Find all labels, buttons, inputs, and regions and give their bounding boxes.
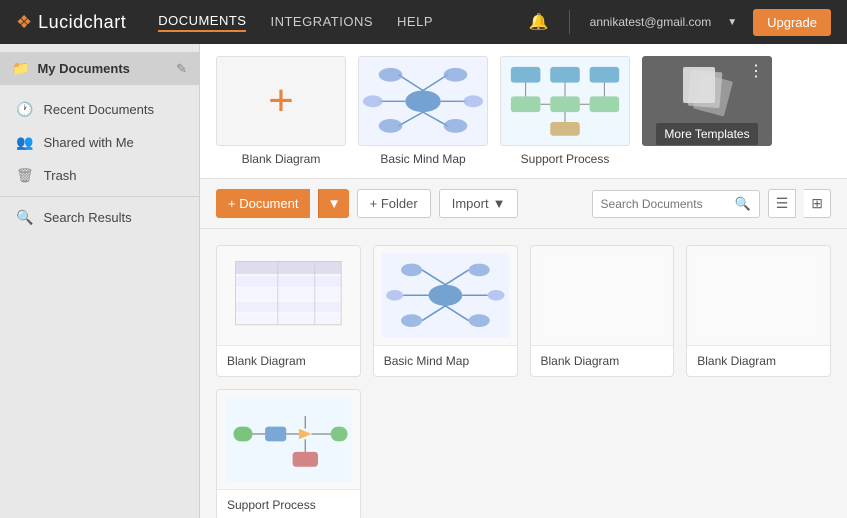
sidebar-divider xyxy=(0,196,199,197)
sidebar-item-recent[interactable]: 🕐 Recent Documents xyxy=(0,93,199,126)
nav-links: DOCUMENTS INTEGRATIONS HELP xyxy=(158,13,529,32)
plus-icon: + xyxy=(268,79,294,123)
doc-label-5: Support Process xyxy=(217,490,360,518)
template-blank-label: Blank Diagram xyxy=(216,152,346,166)
top-nav: ❖ Lucidchart DOCUMENTS INTEGRATIONS HELP… xyxy=(0,0,847,44)
content-area: + Blank Diagram xyxy=(200,44,847,518)
logo-icon: ❖ xyxy=(16,12,32,33)
import-dropdown-icon: ▼ xyxy=(493,196,506,211)
edit-icon[interactable]: ✎ xyxy=(176,61,187,77)
sidebar-item-trash[interactable]: 🗑 Trash xyxy=(0,159,199,192)
more-templates-thumb: ⋮ More Templates xyxy=(642,56,772,146)
template-support-label: Support Process xyxy=(500,152,630,166)
more-templates-label: More Templates xyxy=(656,123,757,145)
bell-icon[interactable]: 🔔 xyxy=(529,12,549,32)
doc-card-1[interactable]: Blank Diagram xyxy=(216,245,361,377)
doc-label-4: Blank Diagram xyxy=(687,346,830,376)
doc-thumb-3 xyxy=(531,246,674,346)
doc-thumb-svg-5 xyxy=(225,397,352,482)
my-documents-label: My Documents xyxy=(37,61,129,76)
doc-thumb-svg-4 xyxy=(695,253,822,338)
mindmap-thumb-svg xyxy=(359,57,487,146)
doc-thumb-svg-2 xyxy=(382,253,509,338)
shared-icon: 👥 xyxy=(16,134,33,151)
doc-card-2[interactable]: Basic Mind Map xyxy=(373,245,518,377)
support-thumb-svg xyxy=(501,57,629,146)
doc-thumb-2 xyxy=(374,246,517,346)
nav-documents[interactable]: DOCUMENTS xyxy=(158,13,246,32)
doc-thumb-svg-3 xyxy=(539,253,666,338)
template-mindmap-label: Basic Mind Map xyxy=(358,152,488,166)
template-mindmap-thumb xyxy=(358,56,488,146)
search-results-label: Search Results xyxy=(43,210,131,225)
trash-label: Trash xyxy=(44,168,77,183)
sidebar-item-shared[interactable]: 👥 Shared with Me xyxy=(0,126,199,159)
more-templates-svg xyxy=(667,57,747,117)
import-label: Import xyxy=(452,196,489,211)
template-support-thumb xyxy=(500,56,630,146)
folder-icon: 📁 xyxy=(12,60,29,77)
list-view-button[interactable]: ⊞ xyxy=(804,189,831,218)
toolbar: + Document ▼ + Folder Import ▼ 🔍 ☰ ⊞ xyxy=(200,179,847,229)
doc-label-1: Blank Diagram xyxy=(217,346,360,376)
doc-card-3[interactable]: Blank Diagram xyxy=(530,245,675,377)
doc-thumb-1 xyxy=(217,246,360,346)
search-submit-icon[interactable]: 🔍 xyxy=(735,196,751,212)
logo-area: ❖ Lucidchart xyxy=(16,12,126,33)
doc-label-3: Blank Diagram xyxy=(531,346,674,376)
nav-integrations[interactable]: INTEGRATIONS xyxy=(270,14,373,31)
more-menu-dots[interactable]: ⋮ xyxy=(748,64,764,80)
sidebar: 📁 My Documents ✎ 🕐 Recent Documents 👥 Sh… xyxy=(0,44,200,518)
doc-card-5[interactable]: Support Process xyxy=(216,389,361,518)
upgrade-button[interactable]: Upgrade xyxy=(753,9,831,36)
new-document-button[interactable]: + Document xyxy=(216,189,310,218)
main-layout: 📁 My Documents ✎ 🕐 Recent Documents 👥 Sh… xyxy=(0,44,847,518)
doc-thumb-svg-1 xyxy=(225,253,352,338)
grid-view-button[interactable]: ☰ xyxy=(768,189,797,218)
import-button[interactable]: Import ▼ xyxy=(439,189,519,218)
templates-section: + Blank Diagram xyxy=(200,44,847,179)
doc-card-4[interactable]: Blank Diagram xyxy=(686,245,831,377)
recent-icon: 🕐 xyxy=(16,101,33,118)
doc-thumb-5 xyxy=(217,390,360,490)
new-folder-button[interactable]: + Folder xyxy=(357,189,431,218)
search-box: 🔍 xyxy=(592,190,760,218)
nav-right: 🔔 annikatest@gmail.com ▼ Upgrade xyxy=(529,9,831,36)
trash-icon: 🗑 xyxy=(16,167,34,184)
template-mindmap[interactable]: Basic Mind Map xyxy=(358,56,488,166)
new-document-dropdown[interactable]: ▼ xyxy=(318,189,348,218)
doc-thumb-4 xyxy=(687,246,830,346)
nav-separator xyxy=(569,10,570,34)
nav-help[interactable]: HELP xyxy=(397,14,433,31)
documents-grid: Blank Diagram xyxy=(200,229,847,518)
sidebar-search-results[interactable]: 🔍 Search Results xyxy=(0,201,199,234)
user-email[interactable]: annikatest@gmail.com xyxy=(590,15,712,29)
search-icon: 🔍 xyxy=(16,209,33,226)
template-blank[interactable]: + Blank Diagram xyxy=(216,56,346,166)
more-templates-card[interactable]: ⋮ More Templates xyxy=(642,56,772,166)
doc-label-2: Basic Mind Map xyxy=(374,346,517,376)
sidebar-my-documents[interactable]: 📁 My Documents ✎ xyxy=(0,52,199,85)
template-support[interactable]: Support Process xyxy=(500,56,630,166)
user-dropdown-icon[interactable]: ▼ xyxy=(727,17,737,28)
shared-label: Shared with Me xyxy=(43,135,133,150)
template-blank-thumb: + xyxy=(216,56,346,146)
logo-text: Lucidchart xyxy=(38,12,126,33)
search-input[interactable] xyxy=(601,197,731,211)
recent-label: Recent Documents xyxy=(43,102,154,117)
